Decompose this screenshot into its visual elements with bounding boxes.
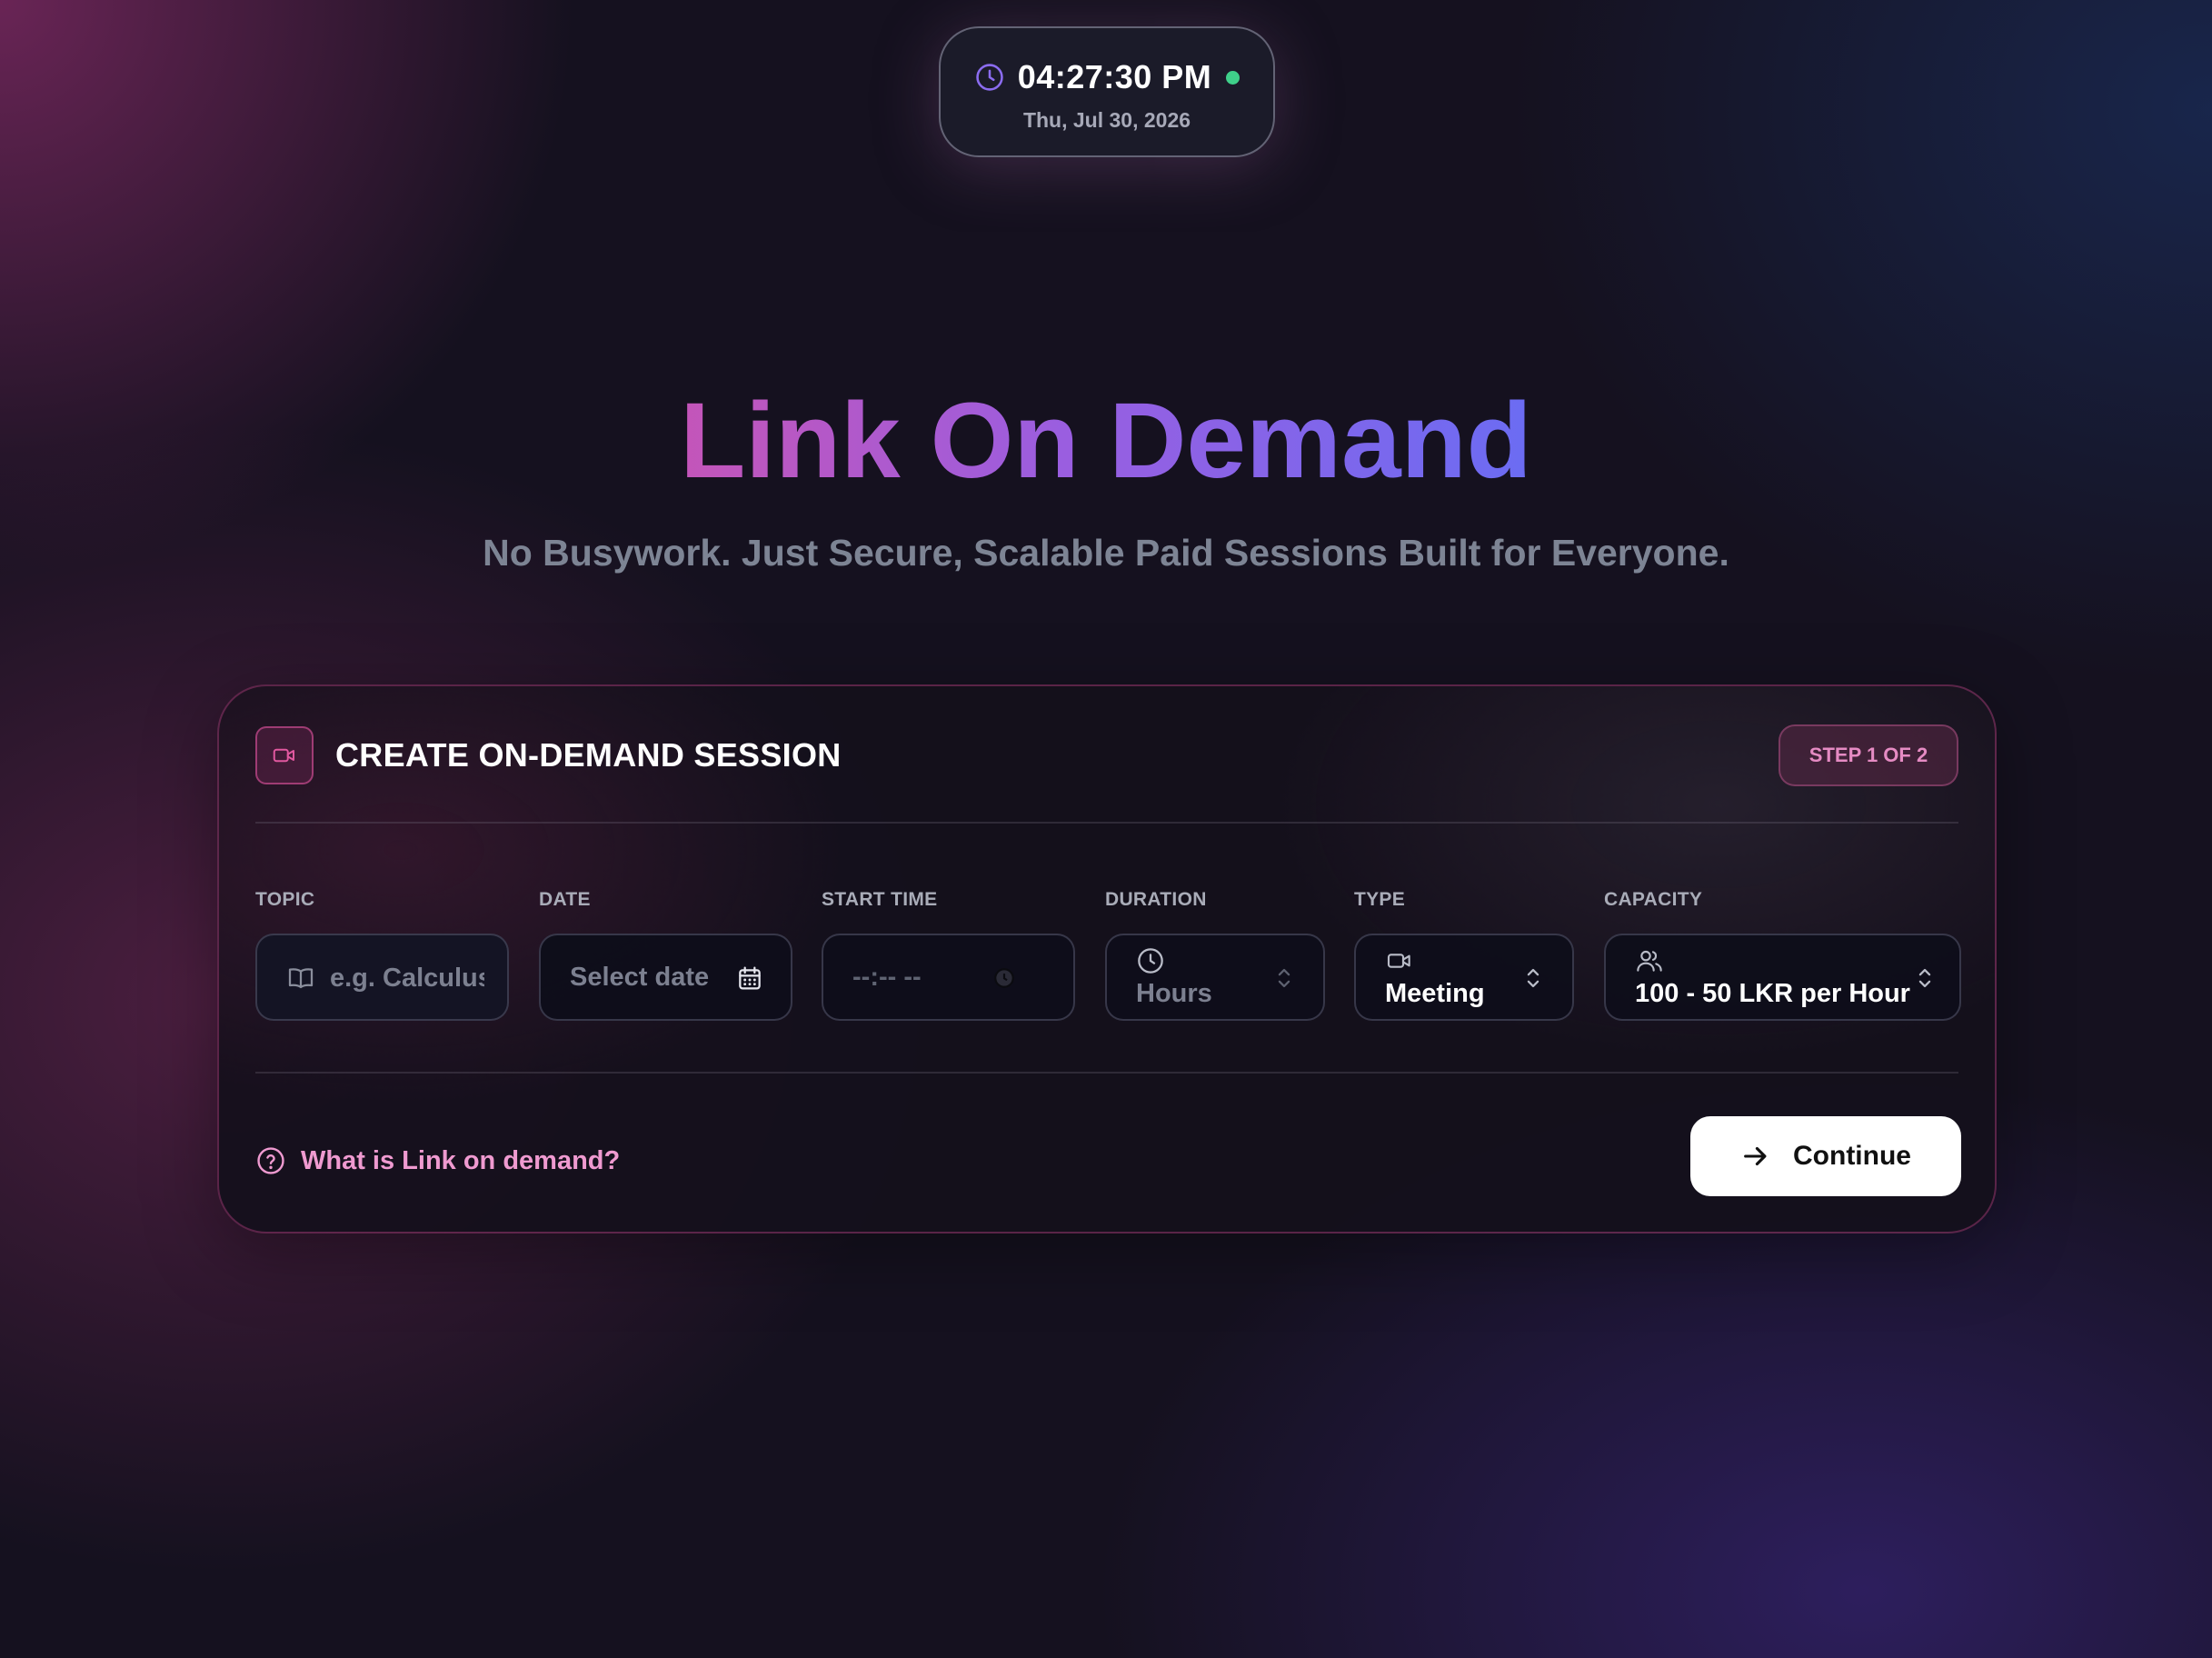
type-label: TYPE bbox=[1354, 889, 1406, 910]
duration-label: DURATION bbox=[1105, 889, 1207, 910]
question-circle-icon bbox=[257, 1147, 284, 1174]
step-badge: STEP 1 OF 2 bbox=[1779, 724, 1958, 786]
help-link[interactable]: What is Link on demand? bbox=[255, 1141, 620, 1181]
divider bbox=[255, 1072, 1958, 1074]
clock-icon[interactable] bbox=[992, 966, 1016, 990]
continue-label: Continue bbox=[1793, 1141, 1911, 1171]
type-select[interactable]: Meeting bbox=[1354, 934, 1574, 1021]
type-value: Meeting bbox=[1385, 979, 1485, 1008]
chevron-up-down-icon bbox=[1278, 968, 1290, 988]
clock-widget: 04:27:30 PM Thu, Jul 30, 2026 bbox=[939, 26, 1275, 157]
clock-time: 04:27:30 PM bbox=[1017, 58, 1212, 95]
live-status-dot bbox=[1226, 70, 1241, 85]
header-icon-box bbox=[255, 726, 314, 784]
topic-field[interactable] bbox=[255, 934, 509, 1021]
help-link-label[interactable]: What is Link on demand? bbox=[301, 1146, 620, 1176]
card-title: CREATE ON-DEMAND SESSION bbox=[335, 736, 842, 774]
create-session-card: CREATE ON-DEMAND SESSION STEP 1 OF 2 TOP… bbox=[217, 684, 1997, 1234]
clock-icon bbox=[975, 64, 1003, 91]
open-book-icon bbox=[288, 968, 314, 989]
chevron-up-down-icon bbox=[1918, 968, 1931, 988]
start-time-picker[interactable]: --:-- -- bbox=[822, 934, 1075, 1021]
topic-input[interactable] bbox=[330, 963, 484, 994]
capacity-select[interactable]: 100 - 50 LKR per Hour bbox=[1604, 934, 1961, 1021]
video-camera-icon bbox=[273, 748, 294, 763]
continue-button[interactable]: Continue bbox=[1690, 1116, 1961, 1196]
date-label: DATE bbox=[539, 889, 591, 910]
page-title: Link On Demand bbox=[0, 377, 2212, 504]
arrow-right-icon bbox=[1744, 1146, 1767, 1166]
clock-time-row: 04:27:30 PM bbox=[941, 57, 1273, 97]
date-picker[interactable]: Select date bbox=[539, 934, 792, 1021]
clock-icon bbox=[1138, 948, 1163, 974]
video-camera-icon bbox=[1387, 954, 1410, 968]
chevron-up-down-icon bbox=[1527, 968, 1539, 988]
page-title-text: Link On Demand bbox=[680, 381, 1532, 501]
card-header: CREATE ON-DEMAND SESSION STEP 1 OF 2 bbox=[255, 724, 1958, 786]
duration-select[interactable]: Hours bbox=[1105, 934, 1325, 1021]
clock-date: Thu, Jul 30, 2026 bbox=[1022, 108, 1191, 132]
date-placeholder: Select date bbox=[570, 963, 710, 992]
calendar-icon[interactable] bbox=[735, 964, 764, 993]
divider bbox=[255, 822, 1958, 824]
duration-placeholder: Hours bbox=[1136, 979, 1212, 1008]
capacity-value: 100 - 50 LKR per Hour bbox=[1635, 979, 1910, 1008]
users-icon bbox=[1637, 950, 1662, 972]
start-time-label: START TIME bbox=[822, 889, 938, 910]
capacity-label: CAPACITY bbox=[1604, 889, 1703, 910]
topic-label: TOPIC bbox=[255, 889, 315, 910]
page-subtitle: No Busywork. Just Secure, Scalable Paid … bbox=[483, 532, 1729, 574]
start-time-placeholder: --:-- -- bbox=[852, 963, 922, 992]
